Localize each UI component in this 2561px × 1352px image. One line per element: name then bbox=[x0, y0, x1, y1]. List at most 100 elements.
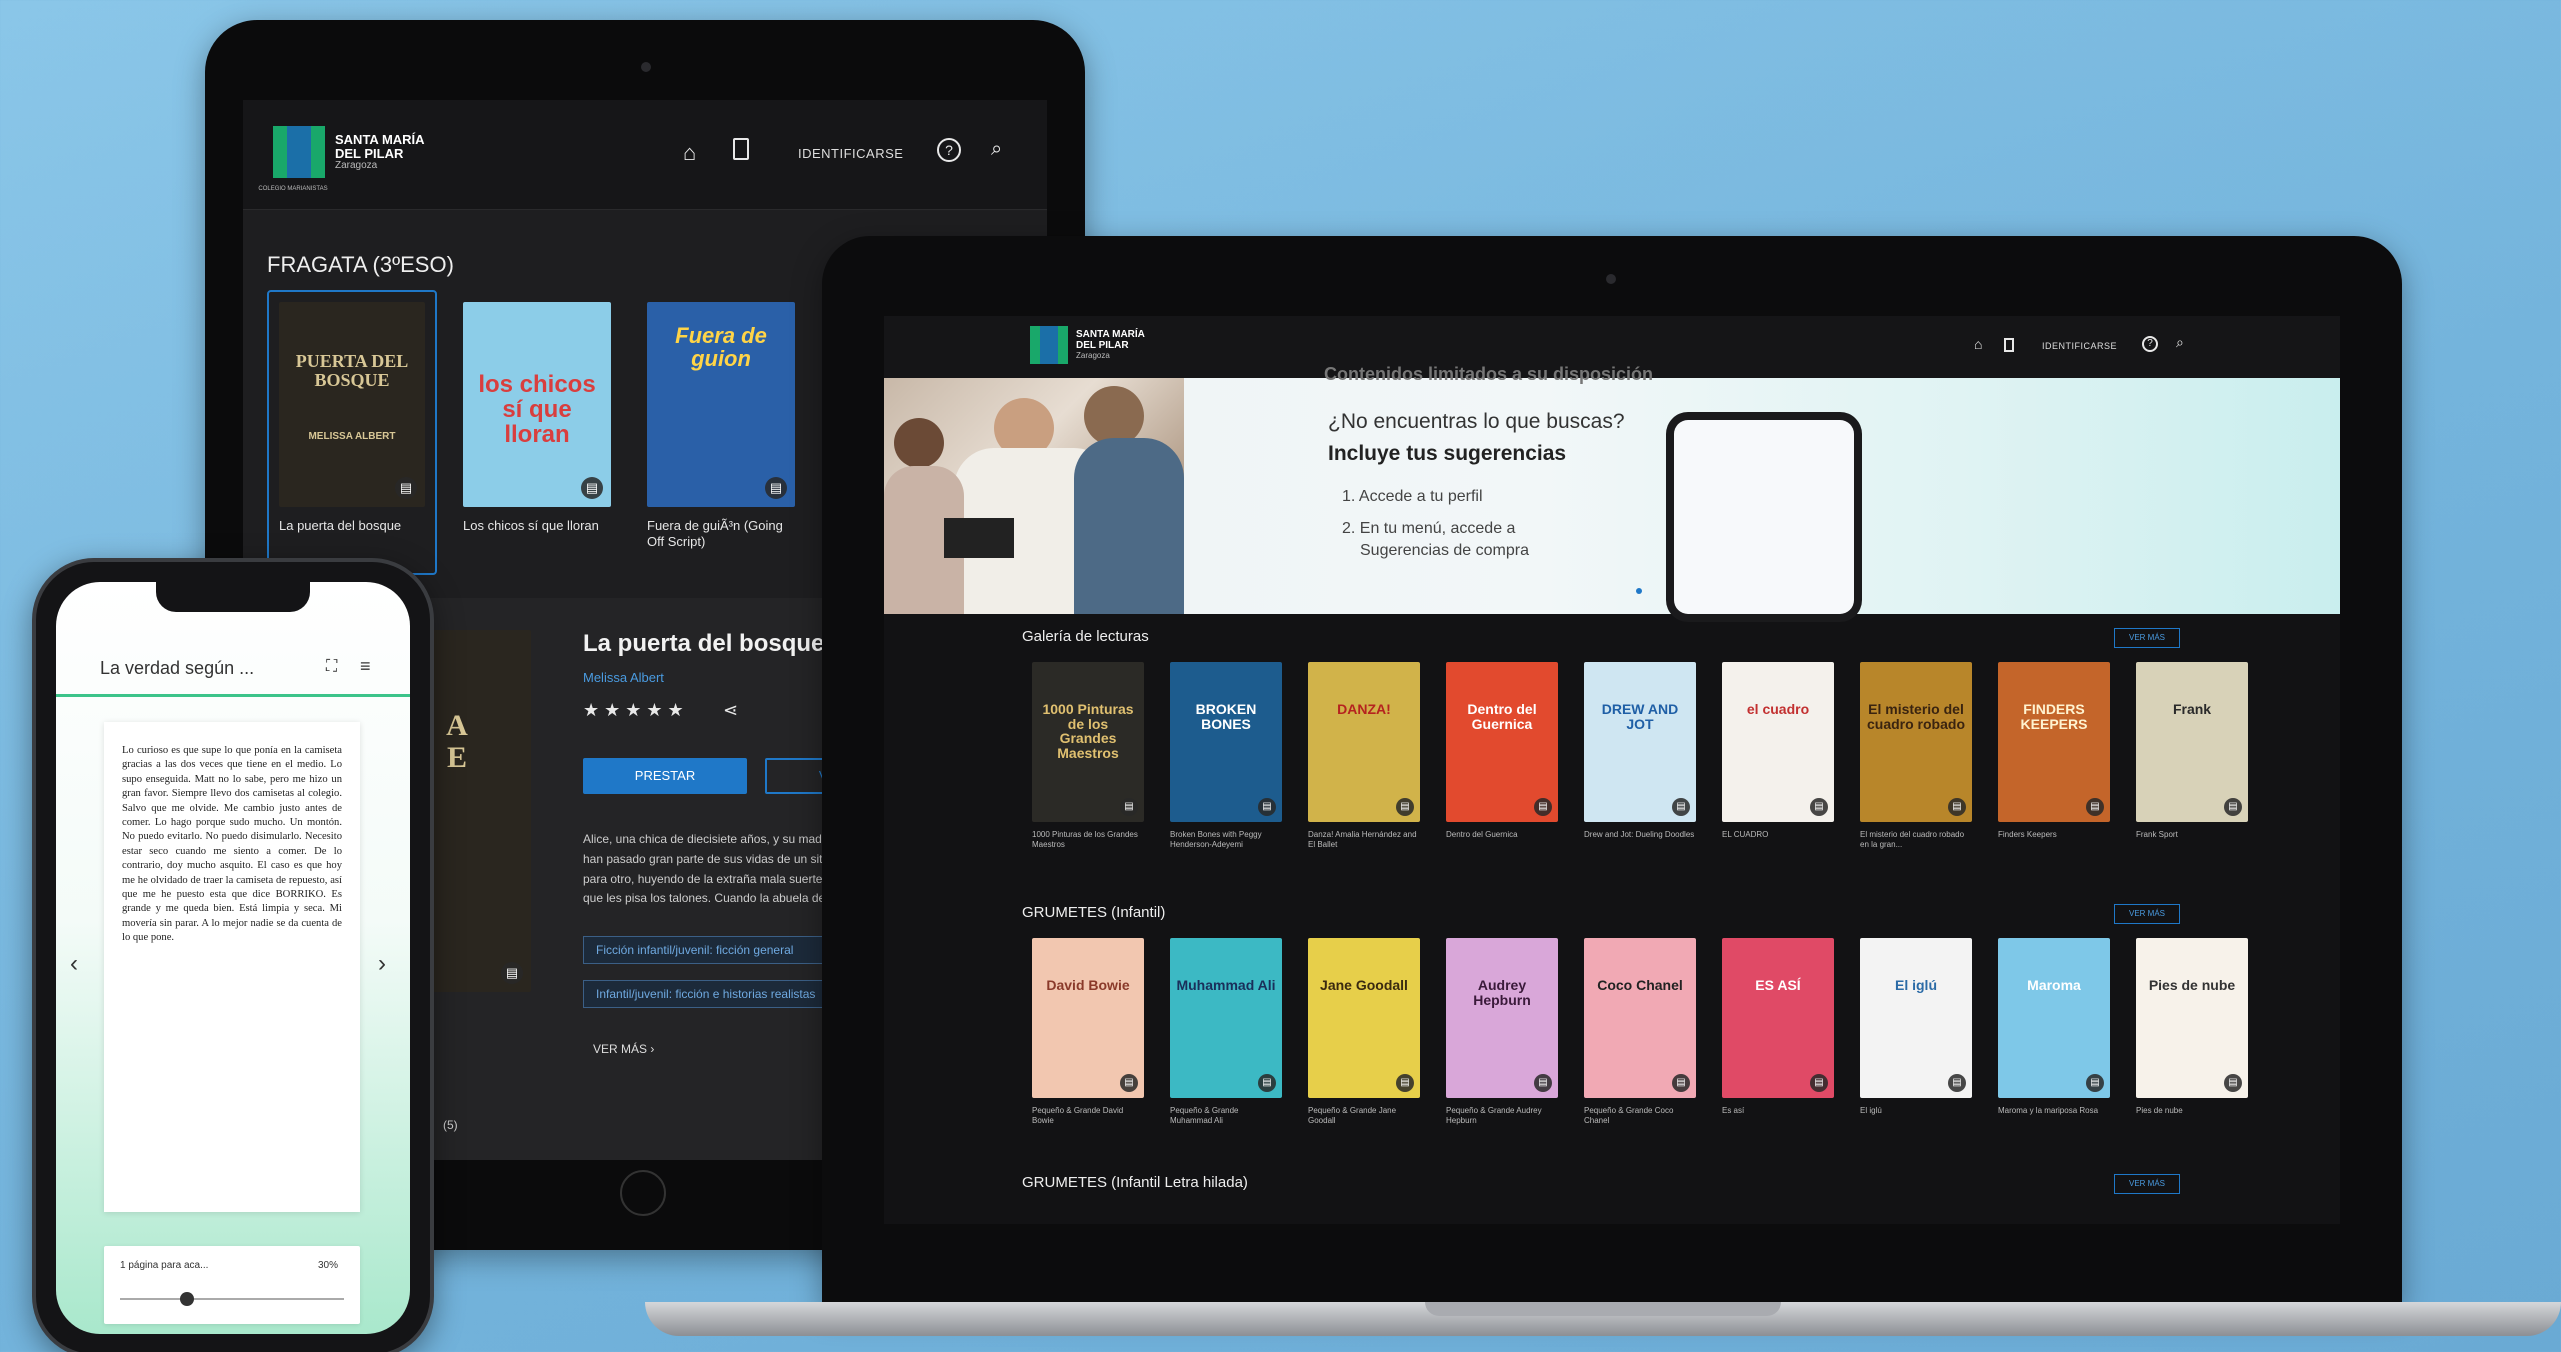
see-more-button[interactable]: VER MÁS bbox=[2114, 628, 2180, 648]
ebook-icon: ▤ bbox=[2224, 798, 2242, 816]
search-icon[interactable]: ⌕ bbox=[991, 138, 1002, 161]
book-cover[interactable]: 1000 Pinturas de los Grandes Maestros ▤ bbox=[1032, 662, 1144, 822]
book-cover[interactable]: Dentro del Guernica ▤ bbox=[1446, 662, 1558, 822]
reader-text: Lo curioso es que supe lo que ponía en l… bbox=[122, 745, 342, 944]
book-cover[interactable]: Fuera de guion ▤ bbox=[647, 302, 795, 507]
book-cover[interactable]: ES ASÍ ▤ bbox=[1722, 938, 1834, 1098]
banner-cut-title: Contenidos limitados a su disposición bbox=[1324, 364, 1654, 384]
book-cover[interactable]: Coco Chanel ▤ bbox=[1584, 938, 1696, 1098]
laptop-camera bbox=[1606, 274, 1616, 284]
section-title: Galería de lecturas bbox=[1022, 628, 1149, 645]
reader-header-divider bbox=[56, 694, 410, 697]
book-caption[interactable]: Finders Keepers bbox=[1998, 830, 2110, 854]
logo-line2: DEL PILAR bbox=[1076, 339, 1129, 351]
book-cover[interactable]: Jane Goodall ▤ bbox=[1308, 938, 1420, 1098]
ebook-icon: ▤ bbox=[501, 962, 523, 984]
help-icon[interactable]: ? bbox=[2142, 336, 2158, 352]
book-cover[interactable]: Frank ▤ bbox=[2136, 662, 2248, 822]
see-more-button[interactable]: VER MÁS bbox=[2114, 904, 2180, 924]
book-cover-title: El iglú bbox=[1895, 977, 1937, 993]
book-caption[interactable]: Pies de nube bbox=[2136, 1106, 2248, 1130]
phone-device: La verdad según ... ⛶ ≡ Lo curioso es qu… bbox=[32, 558, 434, 1352]
see-more-button[interactable]: VER MÁS bbox=[2114, 1174, 2180, 1194]
banner-step-2b: Sugerencias de compra bbox=[1360, 542, 1529, 559]
book-cover[interactable]: DREW AND JOT ▤ bbox=[1584, 662, 1696, 822]
banner-headline: Incluye tus sugerencias bbox=[1328, 442, 1567, 465]
see-more-link[interactable]: VER MÁS › bbox=[593, 1042, 654, 1056]
home-icon[interactable]: ⌂ bbox=[683, 140, 696, 166]
tablet-home-button[interactable] bbox=[620, 1170, 666, 1216]
book-cover[interactable]: David Bowie ▤ bbox=[1032, 938, 1144, 1098]
book-cover[interactable]: FINDERS KEEPERS ▤ bbox=[1998, 662, 2110, 822]
book-caption[interactable]: Pequeño & Grande Audrey Hepburn bbox=[1446, 1106, 1558, 1130]
borrow-button[interactable]: PRESTAR bbox=[583, 758, 747, 794]
suggestions-banner[interactable]: ¿No encuentras lo que buscas? Incluye tu… bbox=[884, 378, 2340, 622]
book-caption[interactable]: Pequeño & Grande Coco Chanel bbox=[1584, 1106, 1696, 1130]
book-cover[interactable]: El iglú ▤ bbox=[1860, 938, 1972, 1098]
bookmark-icon[interactable] bbox=[733, 138, 749, 160]
ebook-icon: ▤ bbox=[765, 477, 787, 499]
book-cover[interactable]: Maroma ▤ bbox=[1998, 938, 2110, 1098]
tablet-header: SANTA MARÍA DEL PILAR Zaragoza COLEGIO M… bbox=[243, 100, 1047, 210]
book-cover[interactable]: BROKEN BONES ▤ bbox=[1170, 662, 1282, 822]
detail-author[interactable]: Melissa Albert bbox=[583, 670, 664, 685]
share-icon[interactable]: ⋖ bbox=[723, 700, 738, 721]
book-cover-title: Coco Chanel bbox=[1597, 977, 1683, 993]
book-caption[interactable]: El misterio del cuadro robado en la gran… bbox=[1860, 830, 1972, 854]
progress-slider-knob[interactable] bbox=[180, 1292, 195, 1306]
book-caption[interactable]: El iglú bbox=[1860, 1106, 1972, 1130]
tablet-camera bbox=[641, 62, 651, 72]
book-caption[interactable]: Fuera de guiÃ³n (Going Off Script) bbox=[647, 518, 795, 552]
book-caption[interactable]: Es así bbox=[1722, 1106, 1834, 1130]
help-icon[interactable]: ? bbox=[937, 138, 961, 162]
school-logo[interactable]: SANTA MARÍA DEL PILAR Zaragoza bbox=[273, 126, 425, 178]
book-caption[interactable]: Broken Bones with Peggy Henderson-Adeyem… bbox=[1170, 830, 1282, 854]
fullscreen-icon[interactable]: ⛶ bbox=[326, 658, 337, 676]
laptop-device: SANTA MARÍA DEL PILAR Zaragoza ⌂ IDENTIF… bbox=[822, 236, 2402, 1306]
detail-cover: AE ▤ bbox=[423, 630, 531, 992]
book-caption[interactable]: 1000 Pinturas de los Grandes Maestros bbox=[1032, 830, 1144, 854]
book-cover-title: Frank bbox=[2172, 701, 2212, 717]
genre-tag[interactable]: Ficción infantil/juvenil: ficción genera… bbox=[583, 936, 839, 964]
ebook-icon: ▤ bbox=[581, 477, 603, 499]
book-caption[interactable]: Danza! Amalia Hernández and El Ballet bbox=[1308, 830, 1420, 854]
family-photo bbox=[884, 378, 1184, 614]
genre-tag[interactable]: Infantil/juvenil: ficción e historias re… bbox=[583, 980, 839, 1008]
book-cover[interactable]: Muhammad Ali ▤ bbox=[1170, 938, 1282, 1098]
book-cover-title: PUERTA DEL BOSQUE bbox=[295, 351, 409, 390]
book-cover[interactable]: DANZA! ▤ bbox=[1308, 662, 1420, 822]
home-icon[interactable]: ⌂ bbox=[1974, 336, 1982, 352]
book-caption[interactable]: La puerta del bosque bbox=[279, 518, 425, 534]
logo-line1: SANTA MARÍA bbox=[1076, 329, 1145, 340]
book-caption[interactable]: Maroma y la mariposa Rosa bbox=[1998, 1106, 2110, 1130]
book-cover[interactable]: Audrey Hepburn ▤ bbox=[1446, 938, 1558, 1098]
book-caption[interactable]: Frank Sport bbox=[2136, 830, 2248, 854]
logo-mark-icon bbox=[1030, 326, 1068, 364]
book-cover[interactable]: Pies de nube ▤ bbox=[2136, 938, 2248, 1098]
book-caption[interactable]: Pequeño & Grande David Bowie bbox=[1032, 1106, 1144, 1130]
previous-page-button[interactable]: ‹ bbox=[70, 950, 78, 978]
bookmark-icon[interactable] bbox=[2004, 338, 2014, 352]
school-logo[interactable]: SANTA MARÍA DEL PILAR Zaragoza bbox=[1030, 326, 1145, 364]
book-caption[interactable]: Pequeño & Grande Muhammad Ali bbox=[1170, 1106, 1282, 1130]
book-caption[interactable]: Los chicos sí que lloran bbox=[463, 518, 613, 534]
reader-title: La verdad según ... bbox=[100, 658, 255, 678]
next-page-button[interactable]: › bbox=[378, 950, 386, 978]
book-cover[interactable]: los chicos sí que lloran ▤ bbox=[463, 302, 611, 507]
progress-card: 1 página para aca... 30% bbox=[104, 1246, 360, 1324]
book-cover[interactable]: el cuadro ▤ bbox=[1722, 662, 1834, 822]
progress-track[interactable] bbox=[120, 1298, 344, 1300]
book-caption[interactable]: Dentro del Guernica bbox=[1446, 830, 1558, 854]
book-cover[interactable]: El misterio del cuadro robado ▤ bbox=[1860, 662, 1972, 822]
ebook-icon: ▤ bbox=[1948, 1074, 1966, 1092]
carousel-dot[interactable] bbox=[1636, 588, 1642, 594]
rating-stars[interactable]: ★★★★★ bbox=[583, 700, 689, 721]
book-caption[interactable]: Drew and Jot: Dueling Doodles bbox=[1584, 830, 1696, 854]
book-caption[interactable]: EL CUADRO bbox=[1722, 830, 1834, 854]
login-link[interactable]: IDENTIFICARSE bbox=[2042, 341, 2117, 351]
search-icon[interactable]: ⌕ bbox=[2176, 334, 2184, 351]
login-link[interactable]: IDENTIFICARSE bbox=[798, 146, 903, 161]
book-caption[interactable]: Pequeño & Grande Jane Goodall bbox=[1308, 1106, 1420, 1130]
menu-icon[interactable]: ≡ bbox=[360, 656, 371, 677]
book-cover[interactable]: PUERTA DEL BOSQUE MELISSA ALBERT ▤ bbox=[279, 302, 425, 507]
